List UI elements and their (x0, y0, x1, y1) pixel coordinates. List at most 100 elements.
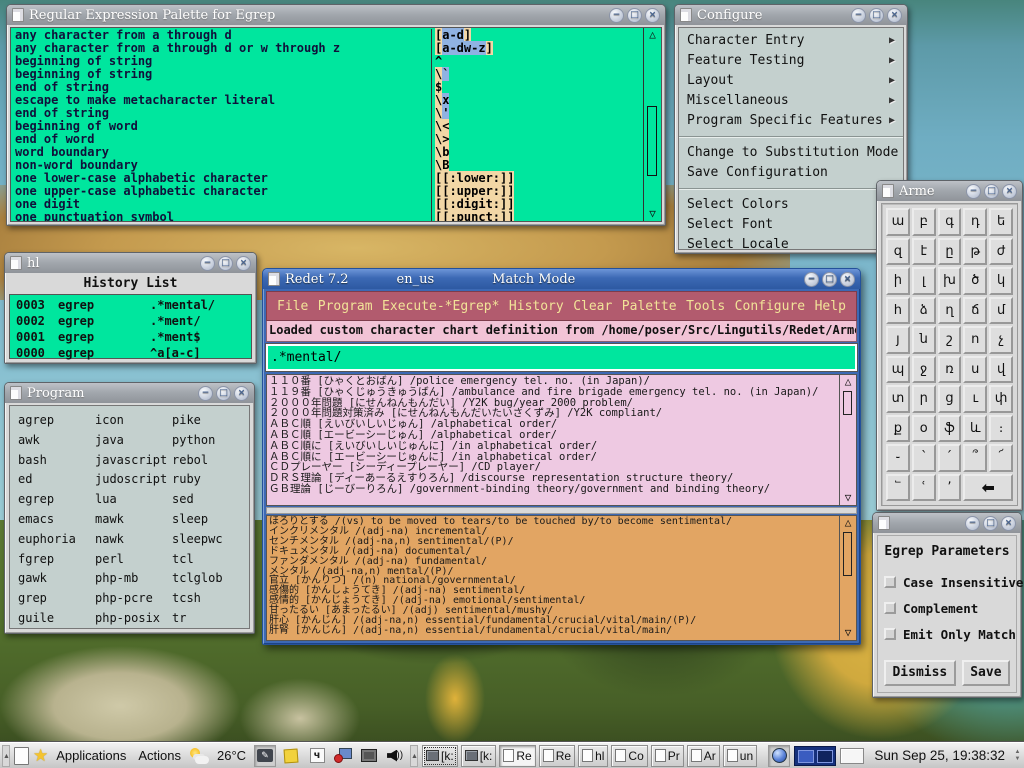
armenian-key-button[interactable]: ե (989, 208, 1013, 236)
minimize-icon[interactable]: − (198, 386, 213, 401)
menu-item-select-locale[interactable]: Select Locale (679, 235, 903, 255)
program-item-perl[interactable]: perl (95, 549, 172, 569)
taskbar-window-button[interactable]: un (723, 745, 757, 767)
maximize-icon[interactable]: □ (984, 184, 999, 199)
scroll-down-icon[interactable]: ▽ (840, 626, 856, 640)
program-item-emacs[interactable]: emacs (18, 509, 95, 529)
regex-palette-row[interactable]: escape to make metacharacter literal\x (15, 94, 643, 107)
applications-star-icon[interactable]: ★ (33, 746, 48, 766)
target-scrollbar[interactable]: △ ▽ (839, 375, 856, 505)
program-item-php-posix[interactable]: php-posix (95, 608, 172, 628)
armenian-key-button[interactable]: ՚ (938, 474, 962, 502)
program-item-sleep[interactable]: sleep (172, 509, 249, 529)
armenian-key-button[interactable]: յ (886, 326, 910, 354)
panel-hide-arrow-icon[interactable]: ▲ (410, 745, 418, 767)
armenian-key-button[interactable]: բ (912, 208, 936, 236)
close-icon[interactable]: × (840, 272, 855, 287)
program-item-judoscript[interactable]: judoscript (95, 469, 172, 489)
regex-palette-scrollbar[interactable]: △ ▽ (643, 28, 661, 221)
program-item-ruby[interactable]: ruby (172, 469, 249, 489)
program-item-tcsh[interactable]: tcsh (172, 588, 249, 608)
menu-item-change-to-substitution-mode[interactable]: Change to Substitution Mode (679, 143, 903, 163)
actions-menu[interactable]: Actions (134, 748, 185, 763)
armenian-key-button[interactable]: չ (989, 326, 1013, 354)
menu-item-program-specific-features[interactable]: Program Specific Features▶ (679, 111, 903, 131)
program-item-nawk[interactable]: nawk (95, 529, 172, 549)
armenian-titlebar[interactable]: Arme − □ × (877, 181, 1022, 201)
taskbar-window-button[interactable]: hl (578, 745, 608, 767)
terminal-launcher-icon[interactable] (358, 745, 380, 767)
taskbar-clock[interactable]: Sun Sep 25, 19:38:32 (868, 748, 1009, 763)
armenian-key-button[interactable]: ք (886, 415, 910, 443)
program-item-sed[interactable]: sed (172, 489, 249, 509)
armenian-key-button[interactable]: ց (938, 385, 962, 413)
armenian-key-button[interactable]: ծ (963, 267, 987, 295)
scrollbar-thumb[interactable] (843, 391, 852, 415)
program-item-php-mb[interactable]: php-mb (95, 569, 172, 589)
armenian-key-button[interactable]: ս (963, 356, 987, 384)
armenian-key-button[interactable]: փ (989, 385, 1013, 413)
armenian-key-button[interactable]: ՛ (938, 444, 962, 472)
regex-palette-row[interactable]: end of word\> (15, 133, 643, 146)
taskbar-window-button[interactable]: [k: (461, 745, 497, 767)
notes-applet-icon[interactable] (280, 745, 302, 767)
history-row[interactable]: 0000egrep^a[a-c] (16, 345, 251, 361)
armenian-key-button[interactable]: ՜ (989, 444, 1013, 472)
armenian-key-button[interactable]: ֆ (938, 415, 962, 443)
regex-palette-row[interactable]: one digit[[:digit:]] (15, 198, 643, 211)
volume-icon[interactable]: )) (384, 745, 406, 767)
armenian-key-button[interactable]: ռ (938, 356, 962, 384)
checkbox-row-case-insensitive[interactable]: Case Insensitive (884, 569, 1010, 595)
checkbox-icon[interactable] (884, 628, 896, 640)
scroll-down-icon[interactable]: ▽ (644, 207, 661, 221)
armenian-key-button[interactable]: ՞ (963, 444, 987, 472)
close-icon[interactable]: × (1001, 516, 1016, 531)
armenian-key-button[interactable]: օ (912, 415, 936, 443)
program-titlebar[interactable]: Program − □ × (5, 383, 254, 403)
armenian-key-button[interactable]: ժ (989, 238, 1013, 266)
program-item-tcl[interactable]: tcl (172, 549, 249, 569)
maximize-icon[interactable]: □ (627, 8, 642, 23)
minimize-icon[interactable]: − (851, 8, 866, 23)
regex-palette-row[interactable]: beginning of string\` (15, 68, 643, 81)
maximize-icon[interactable]: □ (216, 386, 231, 401)
program-item-javascript[interactable]: javascript (95, 450, 172, 470)
redet-titlebar[interactable]: Redet 7.2 en_us Match Mode − □ × (263, 269, 860, 289)
redet-menu-configure[interactable]: Configure (735, 299, 805, 314)
clock-scroll-arrows-icon[interactable]: ▲▼ (1013, 749, 1022, 762)
redet-menu-history[interactable]: History (509, 299, 564, 314)
program-item-pike[interactable]: pike (172, 410, 249, 430)
menu-item-select-font[interactable]: Select Font (679, 215, 903, 235)
armenian-key-button[interactable]: ի (886, 267, 910, 295)
armenian-key-button[interactable]: տ (886, 385, 910, 413)
armenian-key-button[interactable]: և (963, 415, 987, 443)
menu-item-save-configuration[interactable]: Save Configuration (679, 163, 903, 183)
taskbar-window-button[interactable]: Pr (651, 745, 684, 767)
regex-palette-row[interactable]: one lower-case alphabetic character[[:lo… (15, 172, 643, 185)
taskbar-window-button[interactable]: [k: (422, 745, 458, 767)
scroll-up-icon[interactable]: △ (840, 516, 856, 530)
armenian-key-button[interactable]: գ (938, 208, 962, 236)
armenian-key-button[interactable]: ։ (989, 415, 1013, 443)
armenian-key-button[interactable]: հ (886, 297, 910, 325)
wordprocessor-icon[interactable]: ч (306, 745, 328, 767)
regex-palette-row[interactable]: beginning of string^ (15, 55, 643, 68)
armenian-key-button[interactable]: ձ (912, 297, 936, 325)
armenian-key-button[interactable]: զ (886, 238, 910, 266)
program-item-python[interactable]: python (172, 430, 249, 450)
menu-item-miscellaneous[interactable]: Miscellaneous▶ (679, 91, 903, 111)
redet-menu-program[interactable]: Program (318, 299, 373, 314)
armenian-key-button[interactable]: ւ (963, 385, 987, 413)
program-item-bash[interactable]: bash (18, 450, 95, 470)
egrep-params-titlebar[interactable]: − □ × (873, 513, 1021, 533)
armenian-key-button[interactable]: ՙ (912, 474, 936, 502)
program-item-icon[interactable]: icon (95, 410, 172, 430)
close-icon[interactable]: × (887, 8, 902, 23)
remote-desktop-icon[interactable] (332, 745, 354, 767)
regex-palette-row[interactable]: beginning of word\< (15, 120, 643, 133)
program-item-agrep[interactable]: agrep (18, 410, 95, 430)
weather-icon[interactable] (189, 747, 209, 765)
show-desktop-button[interactable] (840, 748, 864, 764)
applications-menu[interactable]: Applications (52, 748, 130, 763)
dismiss-button[interactable]: Dismiss (884, 660, 956, 686)
